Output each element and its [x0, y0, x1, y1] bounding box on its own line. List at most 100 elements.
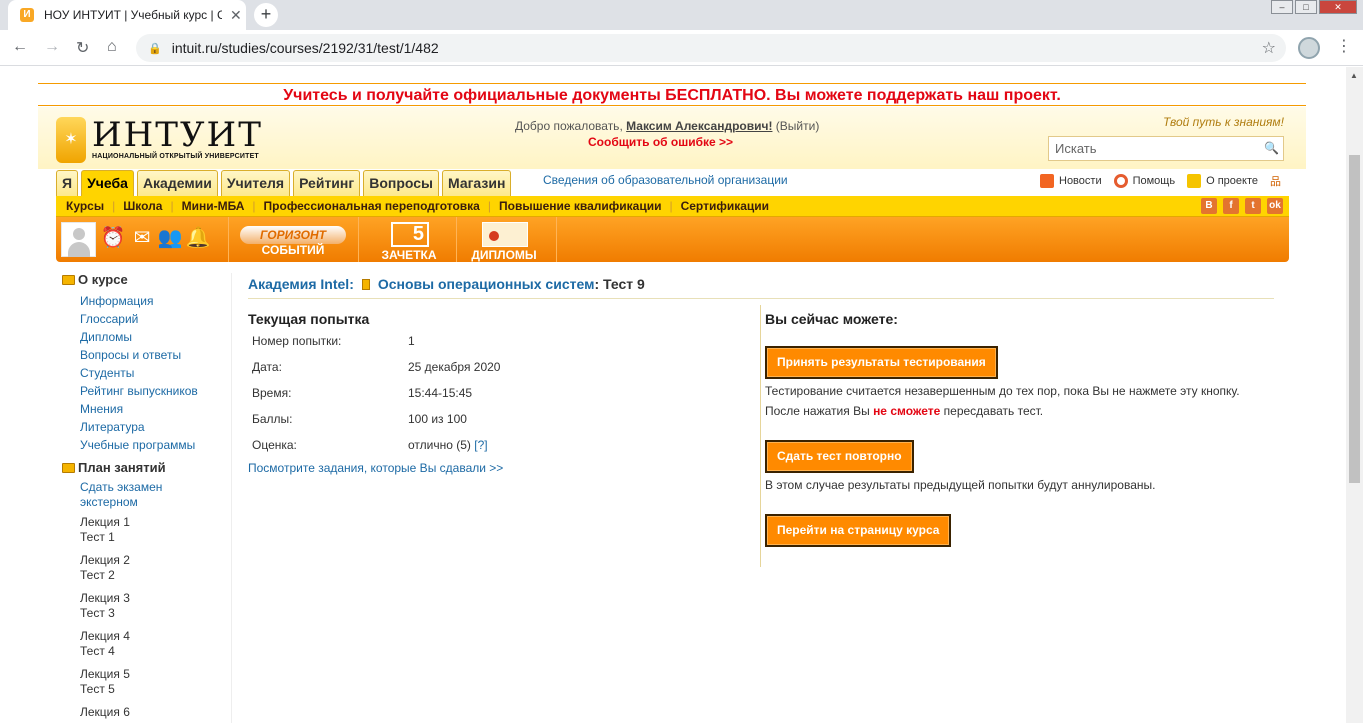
sidebar-item-graduates-rating[interactable]: Рейтинг выпускников [80, 382, 230, 400]
twitter-icon[interactable]: t [1245, 198, 1261, 214]
search-input[interactable]: Искать [1048, 136, 1284, 161]
grade-help-link[interactable]: [?] [474, 438, 487, 452]
review-answers-link[interactable]: Посмотрите задания, которые Вы сдавали >… [248, 461, 503, 475]
lecture-item[interactable]: Лекция 3 Тест 3 [80, 591, 230, 621]
report-error-link[interactable]: Сообщить об ошибке >> [588, 135, 733, 149]
org-info-link[interactable]: Сведения об образовательной организации [543, 173, 788, 187]
menu-separator: | [252, 199, 256, 213]
reload-icon[interactable]: ↻ [76, 38, 89, 58]
menu-courses[interactable]: Курсы [66, 196, 104, 217]
tab-shop[interactable]: Магазин [441, 170, 512, 196]
profile-avatar-icon[interactable] [1298, 37, 1320, 59]
study-menu-bar: Курсы | Школа | Мини-МБА | Профессиональная… [56, 196, 1289, 217]
scrollbar-thumb[interactable] [1349, 155, 1360, 483]
accept-note: Тестирование считается незавершенным до … [765, 384, 1240, 398]
alarm-clock-icon[interactable]: ⏰ [100, 225, 126, 251]
page-scrollbar[interactable]: ▲ [1346, 67, 1363, 723]
odnoklassniki-icon[interactable]: ok [1267, 198, 1283, 214]
lecture-item[interactable]: Лекция 5 Тест 5 [80, 667, 230, 697]
bell-icon[interactable]: 🔔 [185, 225, 211, 251]
facebook-icon[interactable]: f [1223, 198, 1239, 214]
tab-academies[interactable]: Академии [136, 170, 218, 196]
sidebar-item-programs[interactable]: Учебные программы [80, 436, 230, 454]
external-exam-link[interactable]: Сдать экзамен [80, 480, 230, 495]
sitemap-icon[interactable]: 品 [1270, 173, 1281, 189]
external-exam-link-line2[interactable]: экстерном [80, 495, 230, 510]
sidebar-item-reviews[interactable]: Мнения [80, 400, 230, 418]
sidebar-item-info[interactable]: Информация [80, 292, 230, 310]
maximize-icon[interactable]: □ [1295, 0, 1317, 14]
owl-icon[interactable] [1187, 174, 1202, 188]
rss-icon[interactable] [1040, 174, 1054, 188]
menu-separator: | [112, 199, 116, 213]
column-divider [760, 305, 761, 567]
diplomas-button[interactable]: ДИПЛОМЫ [466, 220, 542, 262]
sidebar-item-students[interactable]: Студенты [80, 364, 230, 382]
events-horizon-button[interactable]: ГОРИЗОНТ СОБЫТИЙ [234, 222, 352, 258]
bookmark-star-icon[interactable]: ☆ [1262, 38, 1276, 58]
lecture-label: Лекция 5 [80, 667, 130, 681]
gradebook-button[interactable]: 5 ЗАЧЕТКА [376, 220, 442, 262]
menu-school[interactable]: Школа [123, 196, 162, 217]
lesson-plan-section[interactable]: План занятий [62, 460, 230, 475]
logout-link[interactable]: (Выйти) [776, 119, 820, 133]
about-course-section[interactable]: О курсе [62, 272, 230, 287]
horizon-badge: ГОРИЗОНТ [240, 226, 346, 244]
attempt-label: Баллы: [252, 412, 293, 426]
promo-banner[interactable]: Учитесь и получайте официальные документ… [38, 83, 1306, 106]
tab-me[interactable]: Я [56, 170, 79, 196]
lecture-item[interactable]: Лекция 2 Тест 2 [80, 553, 230, 583]
help-link[interactable]: Помощь [1133, 175, 1176, 187]
scroll-up-icon[interactable]: ▲ [1350, 71, 1358, 80]
menu-qualification[interactable]: Повышение квалификации [499, 196, 661, 217]
retake-test-button[interactable]: Сдать тест повторно [765, 440, 914, 473]
browser-menu-icon[interactable]: ⋮ [1336, 36, 1352, 56]
lecture-item[interactable]: Лекция 1 Тест 1 [80, 515, 230, 545]
attempt-value: 1 [408, 334, 415, 348]
close-tab-icon[interactable]: ✕ [230, 7, 242, 24]
menu-certifications[interactable]: Сертификации [681, 196, 769, 217]
close-window-icon[interactable]: ✕ [1319, 0, 1357, 14]
back-icon[interactable]: ← [12, 38, 28, 56]
tab-study[interactable]: Учеба [81, 170, 134, 196]
sidebar-item-glossary[interactable]: Глоссарий [80, 310, 230, 328]
tab-questions[interactable]: Вопросы [363, 170, 439, 196]
test-label: Тест 4 [80, 644, 115, 658]
tab-teachers[interactable]: Учителя [220, 170, 291, 196]
breadcrumb-current: : Тест 9 [594, 276, 645, 292]
accept-results-button[interactable]: Принять результаты тестирования [765, 346, 998, 379]
browser-tab[interactable]: И НОУ ИНТУИТ | Учебный курс | С ✕ [8, 0, 246, 30]
menu-mini-mba[interactable]: Мини-МБА [182, 196, 245, 217]
intuit-emblem-icon[interactable]: ✶ [56, 117, 86, 163]
minimize-icon[interactable]: – [1271, 0, 1293, 14]
sidebar-item-literature[interactable]: Литература [80, 418, 230, 436]
breadcrumb-academy[interactable]: Академия Intel: [248, 276, 354, 292]
vk-icon[interactable]: В [1201, 198, 1217, 214]
menu-retraining[interactable]: Профессиональная переподготовка [264, 196, 480, 217]
url-field[interactable]: 🔒 intuit.ru/studies/courses/2192/31/test… [136, 34, 1286, 62]
tab-rating[interactable]: Рейтинг [293, 170, 361, 196]
toolbar-divider [358, 217, 359, 262]
home-icon[interactable]: ⌂ [107, 38, 117, 56]
user-avatar[interactable] [61, 222, 96, 257]
accept-warning-bold: не сможете [873, 404, 941, 418]
course-book-icon [361, 278, 370, 290]
go-to-course-button[interactable]: Перейти на страницу курса [765, 514, 952, 547]
mail-icon[interactable]: ✉ [129, 225, 155, 251]
logo-wordmark[interactable]: ИНТУИТ [92, 115, 263, 155]
lecture-item[interactable]: Лекция 6 [80, 705, 230, 720]
search-icon[interactable]: 🔍 [1264, 141, 1279, 155]
user-name-link[interactable]: Максим Александрович! [626, 119, 772, 133]
friends-icon[interactable]: 👥 [157, 225, 183, 251]
forward-icon[interactable]: → [44, 38, 60, 56]
folder-icon [62, 462, 75, 473]
sidebar-item-qa[interactable]: Вопросы и ответы [80, 346, 230, 364]
lecture-item[interactable]: Лекция 4 Тест 4 [80, 629, 230, 659]
lifebuoy-icon[interactable] [1113, 174, 1128, 188]
sidebar-item-diplomas[interactable]: Дипломы [80, 328, 230, 346]
new-tab-button[interactable]: + [254, 3, 278, 27]
about-link[interactable]: О проекте [1206, 175, 1258, 187]
breadcrumb-course[interactable]: Основы операционных систем [378, 276, 595, 292]
attempt-label: Оценка: [252, 438, 297, 452]
news-link[interactable]: Новости [1059, 175, 1102, 187]
